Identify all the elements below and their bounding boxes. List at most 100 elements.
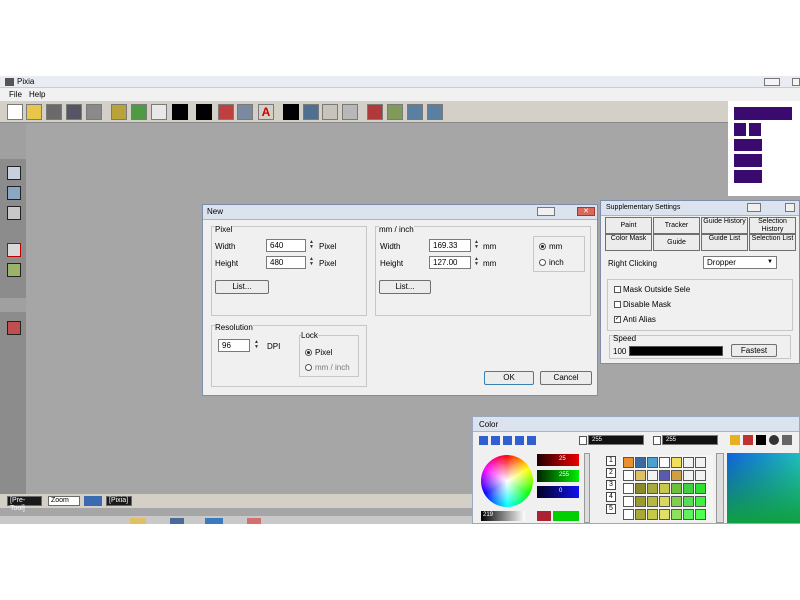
- color-wheel[interactable]: [481, 455, 533, 507]
- supp-tab-guide-list[interactable]: Guide List: [701, 234, 748, 251]
- speed-slider[interactable]: [629, 346, 723, 356]
- palette-page-3[interactable]: 3: [606, 480, 616, 490]
- swatch-11[interactable]: [659, 470, 670, 481]
- radio-inch[interactable]: [539, 259, 546, 266]
- taskbar-icon-1[interactable]: [130, 518, 146, 524]
- resolution-input[interactable]: 96: [218, 339, 250, 352]
- red-bar[interactable]: [537, 454, 579, 466]
- palette-block-3[interactable]: [749, 123, 761, 136]
- camera-icon[interactable]: [46, 104, 62, 120]
- radio-mm[interactable]: [539, 243, 546, 250]
- disable-mask-checkbox[interactable]: [614, 301, 621, 308]
- redo-icon[interactable]: [131, 104, 147, 120]
- fastest-button[interactable]: Fastest: [731, 344, 777, 357]
- layer-icon[interactable]: [303, 104, 319, 120]
- swatch-21[interactable]: [695, 483, 706, 494]
- color-swatch-black-3[interactable]: [283, 104, 299, 120]
- taskbar-icon-2[interactable]: [170, 518, 184, 524]
- zoom-color-icon[interactable]: [782, 435, 792, 445]
- swatch-26[interactable]: [671, 496, 682, 507]
- color-tool-icon-5[interactable]: [527, 436, 536, 445]
- new-dialog-restore-button[interactable]: [537, 207, 555, 216]
- swatch-6[interactable]: [683, 457, 694, 468]
- pixel-list-button[interactable]: List...: [215, 280, 269, 294]
- swatch-30[interactable]: [635, 509, 646, 520]
- palette-icon[interactable]: [367, 104, 383, 120]
- pattern-icon[interactable]: [7, 263, 21, 277]
- cancel-button[interactable]: Cancel: [540, 371, 592, 385]
- height-mm-input[interactable]: 127.00: [429, 256, 471, 269]
- swatch-1[interactable]: [623, 457, 634, 468]
- swatch-29[interactable]: [623, 509, 634, 520]
- palette-block-4[interactable]: [734, 139, 762, 151]
- palette-block-1[interactable]: [734, 107, 792, 120]
- palette-block-5[interactable]: [734, 154, 762, 167]
- current-color-swatch[interactable]: [537, 511, 551, 521]
- supp-tab-selection-history[interactable]: Selection History: [749, 217, 796, 234]
- swatch-9[interactable]: [635, 470, 646, 481]
- swatch-3[interactable]: [647, 457, 658, 468]
- swatch-28[interactable]: [695, 496, 706, 507]
- swatch-33[interactable]: [671, 509, 682, 520]
- color-tool-icon-2[interactable]: [491, 436, 500, 445]
- dropper-icon[interactable]: [730, 435, 740, 445]
- ok-button[interactable]: OK: [484, 371, 534, 385]
- radio-lock-mm[interactable]: [305, 364, 312, 371]
- supp-restore-button[interactable]: [747, 203, 761, 212]
- swatch-2[interactable]: [635, 457, 646, 468]
- swatch-14[interactable]: [695, 470, 706, 481]
- undo-icon[interactable]: [111, 104, 127, 120]
- height-px-spinner[interactable]: ▲ ▼: [309, 257, 314, 268]
- swatch-18[interactable]: [659, 483, 670, 494]
- brush-icon[interactable]: [218, 104, 234, 120]
- print-icon[interactable]: [86, 104, 102, 120]
- rect-select-icon[interactable]: [7, 166, 21, 180]
- color-field1[interactable]: 255: [588, 435, 644, 445]
- palette-page-1[interactable]: 1: [606, 456, 616, 466]
- height-px-input[interactable]: 480: [266, 256, 306, 269]
- mask-outside-checkbox[interactable]: [614, 286, 621, 293]
- swatch-8[interactable]: [623, 470, 634, 481]
- color-field2[interactable]: 255: [662, 435, 718, 445]
- color-tool-icon-1[interactable]: [479, 436, 488, 445]
- brightness-bar[interactable]: 219: [481, 511, 525, 521]
- color-swatch-black-2[interactable]: [196, 104, 212, 120]
- height-mm-spinner[interactable]: ▲ ▼: [474, 257, 479, 268]
- save-icon[interactable]: [66, 104, 82, 120]
- mm-list-button[interactable]: List...: [379, 280, 431, 294]
- play-icon[interactable]: [84, 496, 102, 506]
- supp-tab-tracker[interactable]: Tracker: [653, 217, 700, 234]
- palette-block-2[interactable]: [734, 123, 746, 136]
- color-tool-icon-4[interactable]: [515, 436, 524, 445]
- swatch-35[interactable]: [695, 509, 706, 520]
- palette-page-5[interactable]: 5: [606, 504, 616, 514]
- supp-tab-paint[interactable]: Paint: [605, 217, 652, 234]
- color-scrollbar[interactable]: [584, 453, 590, 523]
- swatch-scrollbar[interactable]: [716, 453, 724, 523]
- eyedropper-icon[interactable]: [387, 104, 403, 120]
- delete-layer-icon[interactable]: [7, 243, 21, 257]
- swatch-25[interactable]: [659, 496, 670, 507]
- color-swatch-black[interactable]: [172, 104, 188, 120]
- status-zoom[interactable]: Zoom: [48, 496, 80, 506]
- close-button[interactable]: [792, 78, 800, 86]
- menu-file[interactable]: File: [9, 90, 22, 99]
- color-tool-icon-3[interactable]: [503, 436, 512, 445]
- taskbar-icon-3[interactable]: [205, 518, 223, 524]
- green-bar[interactable]: [537, 470, 579, 482]
- color-field2-toggle[interactable]: [653, 436, 661, 445]
- pen-icon[interactable]: [7, 321, 21, 335]
- supp-tab-guide-history[interactable]: Guide History: [701, 217, 748, 234]
- zoom-in-icon[interactable]: [407, 104, 423, 120]
- width-px-input[interactable]: 640: [266, 239, 306, 252]
- gradient-icon[interactable]: [7, 186, 21, 200]
- width-px-spinner[interactable]: ▲ ▼: [309, 240, 314, 251]
- width-mm-spinner[interactable]: ▲ ▼: [474, 240, 479, 251]
- zoom-out-icon[interactable]: [427, 104, 443, 120]
- swatch-5[interactable]: [671, 457, 682, 468]
- restore-button[interactable]: [764, 78, 780, 86]
- swatch-17[interactable]: [647, 483, 658, 494]
- supp-close-button[interactable]: [785, 203, 795, 212]
- alt-color-swatch[interactable]: [553, 511, 579, 521]
- swatch-12[interactable]: [671, 470, 682, 481]
